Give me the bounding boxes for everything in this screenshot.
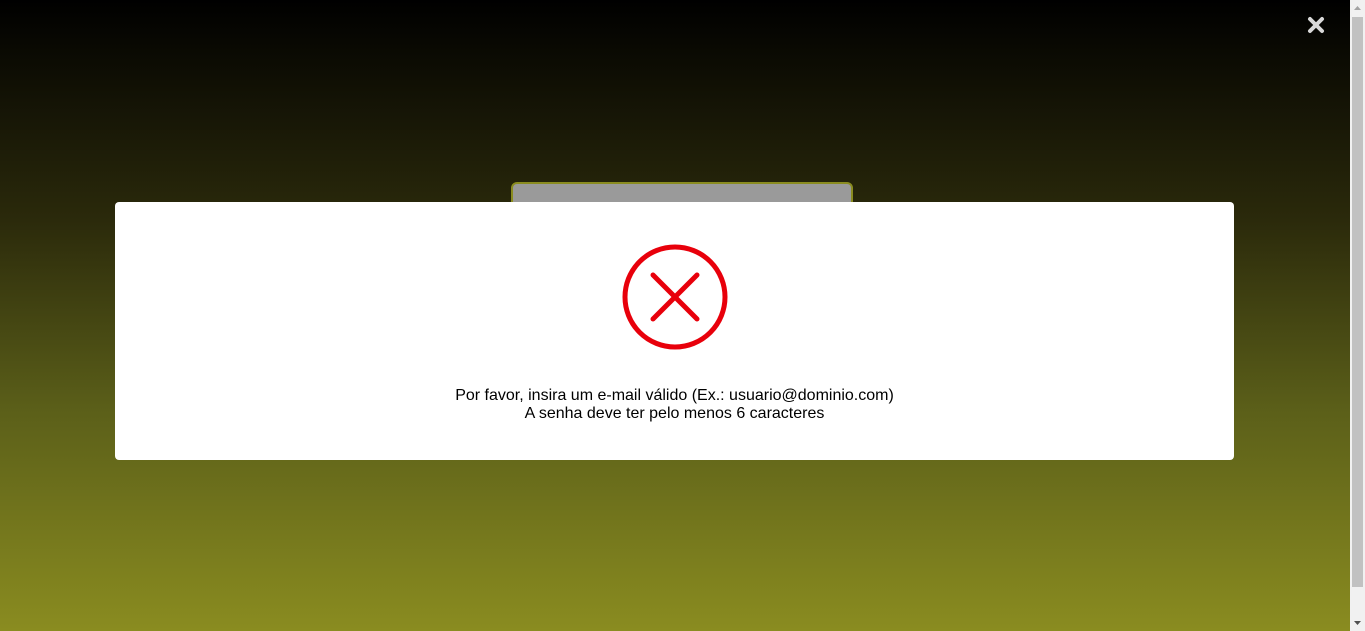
page: Por favor, insira um e-mail válido (Ex.:… xyxy=(0,0,1365,631)
chevron-up-icon xyxy=(1354,6,1361,10)
email-error-text: Por favor, insira um e-mail válido (Ex.:… xyxy=(455,387,894,404)
chevron-down-icon xyxy=(1354,621,1361,625)
close-icon xyxy=(1308,17,1324,33)
error-circle-x-icon xyxy=(622,244,728,350)
error-modal: Por favor, insira um e-mail válido (Ex.:… xyxy=(115,202,1234,460)
vertical-scrollbar[interactable] xyxy=(1350,0,1365,631)
password-error-text: A senha deve ter pelo menos 6 caracteres xyxy=(524,405,825,422)
scrollbar-thumb[interactable] xyxy=(1352,17,1363,587)
scroll-down-arrow[interactable] xyxy=(1350,614,1365,631)
close-button[interactable] xyxy=(1305,14,1327,36)
error-message: Por favor, insira um e-mail válido (Ex.:… xyxy=(115,387,1234,423)
scroll-up-arrow[interactable] xyxy=(1350,0,1365,17)
